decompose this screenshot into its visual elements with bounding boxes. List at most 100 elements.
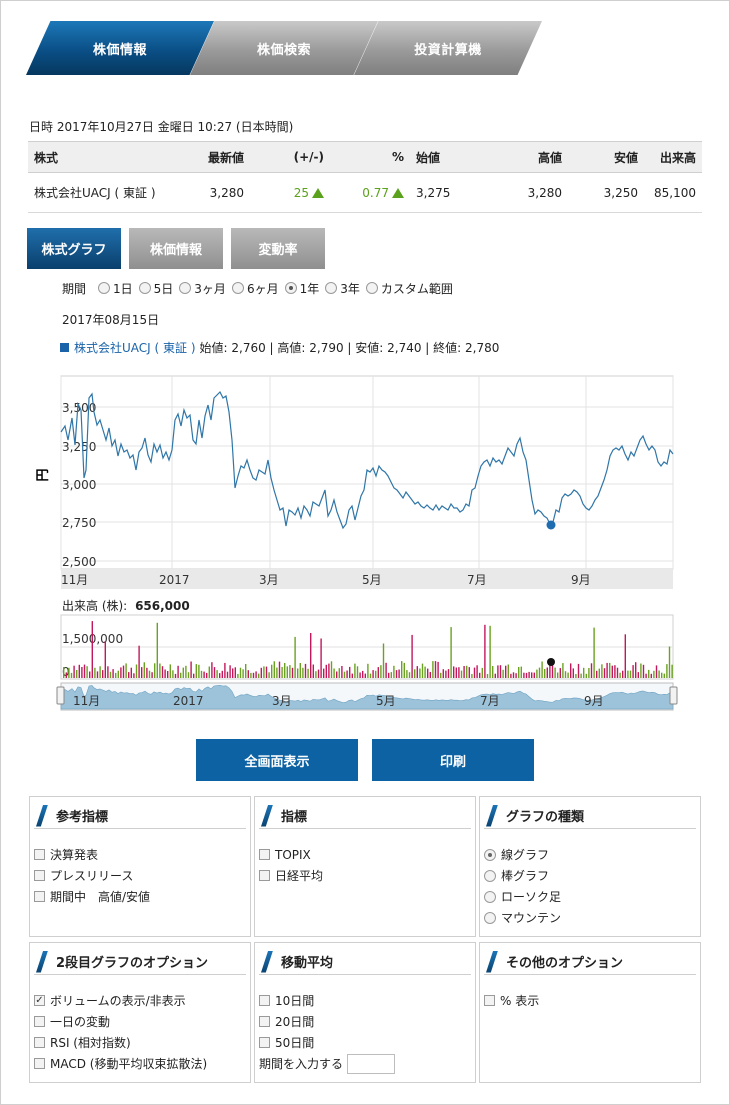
volume-bar	[351, 673, 353, 678]
volume-bar	[135, 664, 138, 678]
volume-bar	[388, 672, 390, 678]
radio-button[interactable]	[484, 869, 496, 882]
volume-bar	[83, 664, 86, 678]
custom-period-input[interactable]	[347, 1053, 396, 1074]
checkbox[interactable]	[259, 1016, 270, 1027]
radio-button[interactable]	[484, 911, 496, 924]
volume-bar	[419, 668, 421, 678]
volume-bar	[356, 666, 359, 678]
checkbox[interactable]	[259, 870, 270, 881]
volume-bar	[463, 666, 465, 678]
navigator-tick-label: 7月	[480, 694, 500, 708]
panel-options: 線グラフ棒グラフローソク足 マウンテン	[484, 844, 561, 928]
volume-bar	[564, 671, 567, 678]
checkbox[interactable]	[34, 1058, 45, 1069]
option-item[interactable]: 線グラフ	[484, 844, 561, 865]
checkbox[interactable]	[259, 849, 270, 860]
option-item[interactable]: マウンテン	[484, 907, 561, 928]
checkbox[interactable]	[34, 870, 45, 881]
option-item[interactable]: 一日の変動	[34, 1011, 207, 1032]
radio-button[interactable]	[484, 890, 496, 903]
navigator-tick-label: 9月	[584, 694, 604, 708]
volume-bar	[401, 661, 403, 678]
option-item[interactable]: MACD (移動平均収束拡散法)	[34, 1053, 207, 1074]
fullscreen-button[interactable]: 全画面表示	[196, 739, 358, 781]
volume-title: 出来高 (株):	[62, 599, 128, 613]
volume-bar	[89, 671, 91, 678]
volume-bar	[190, 661, 192, 678]
option-label: ボリュームの表示/非表示	[50, 994, 186, 1008]
checkbox[interactable]	[34, 1037, 45, 1048]
option-item[interactable]: 期間中 高値/安値	[34, 886, 150, 907]
x-tick-label: 11月	[61, 573, 88, 587]
volume-bar	[658, 670, 660, 678]
volume-bar	[359, 672, 361, 678]
checkbox[interactable]	[259, 995, 270, 1006]
volume-bar	[466, 665, 468, 678]
option-label: 棒グラフ	[501, 869, 550, 883]
option-item[interactable]: 20日間	[259, 1011, 395, 1032]
volume-bar	[211, 662, 213, 678]
checkbox[interactable]	[484, 995, 495, 1006]
option-item[interactable]: 10日間	[259, 990, 395, 1011]
panel-options: 決算発表 プレスリリース期間中 高値/安値	[34, 844, 150, 907]
option-item[interactable]: TOPIX	[259, 844, 323, 865]
checkbox[interactable]: ✓	[34, 995, 45, 1006]
volume-bar	[523, 672, 525, 678]
option-label: 日経平均	[275, 869, 324, 883]
option-item[interactable]: 日経平均	[259, 865, 323, 886]
checkbox[interactable]	[34, 849, 45, 860]
volume-bar	[125, 663, 127, 678]
volume-bar	[554, 667, 556, 678]
volume-bar	[320, 638, 322, 678]
volume-bar	[606, 662, 608, 678]
volume-bar	[546, 667, 548, 678]
navigator-left-handle[interactable]	[56, 686, 65, 705]
slash-icon	[261, 950, 273, 973]
option-item[interactable]: 棒グラフ	[484, 865, 561, 886]
option-item[interactable]: ローソク足	[484, 886, 561, 907]
checkbox[interactable]	[259, 1037, 270, 1048]
volume-bar	[94, 667, 96, 678]
volume-bar	[505, 665, 507, 678]
volume-bar	[159, 663, 161, 678]
panel-title: その他のオプション	[506, 956, 624, 971]
panel-other-options: その他のオプション % 表示	[479, 942, 701, 1083]
panel-options: 10日間 20日間 50日間 期間を入力する	[259, 990, 396, 1074]
volume-bar	[616, 667, 619, 678]
volume-bar	[226, 671, 229, 678]
checkbox[interactable]	[34, 1016, 45, 1027]
panel-header: 2段目グラフのオプション	[34, 949, 246, 975]
volume-bar	[143, 662, 145, 678]
radio-button[interactable]	[484, 848, 496, 861]
volume-bar	[146, 667, 148, 678]
volume-bar	[416, 666, 418, 678]
option-item[interactable]: 決算発表	[34, 844, 150, 865]
y-axis-title: 円	[36, 468, 51, 481]
volume-bar	[273, 661, 275, 678]
option-label: 期間中 高値/安値	[50, 890, 151, 904]
navigator-tick-label: 11月	[73, 694, 100, 708]
volume-bar	[588, 668, 590, 678]
option-item[interactable]: プレスリリース	[34, 865, 150, 886]
option-label: 一日の変動	[50, 1015, 111, 1029]
navigator-right-handle[interactable]	[669, 686, 678, 705]
volume-bar	[440, 672, 442, 678]
checkbox[interactable]	[34, 891, 45, 902]
volume-bar	[437, 661, 439, 678]
print-button[interactable]: 印刷	[372, 739, 534, 781]
option-item[interactable]: RSI (相対指数)	[34, 1032, 207, 1053]
option-item[interactable]: 50日間	[259, 1032, 395, 1053]
volume-bar	[414, 669, 416, 678]
option-item[interactable]: % 表示	[484, 990, 539, 1011]
volume-bar	[276, 667, 278, 678]
navigator-tick-label: 5月	[376, 694, 396, 708]
volume-bar	[557, 672, 559, 678]
volume-bar	[107, 666, 109, 678]
volume-bar	[167, 671, 169, 678]
option-item[interactable]: ✓ ボリュームの表示/非表示	[34, 990, 207, 1011]
volume-bar	[130, 667, 132, 678]
volume-bar	[224, 662, 226, 678]
volume-bar	[208, 666, 210, 678]
volume-bar	[367, 663, 369, 678]
